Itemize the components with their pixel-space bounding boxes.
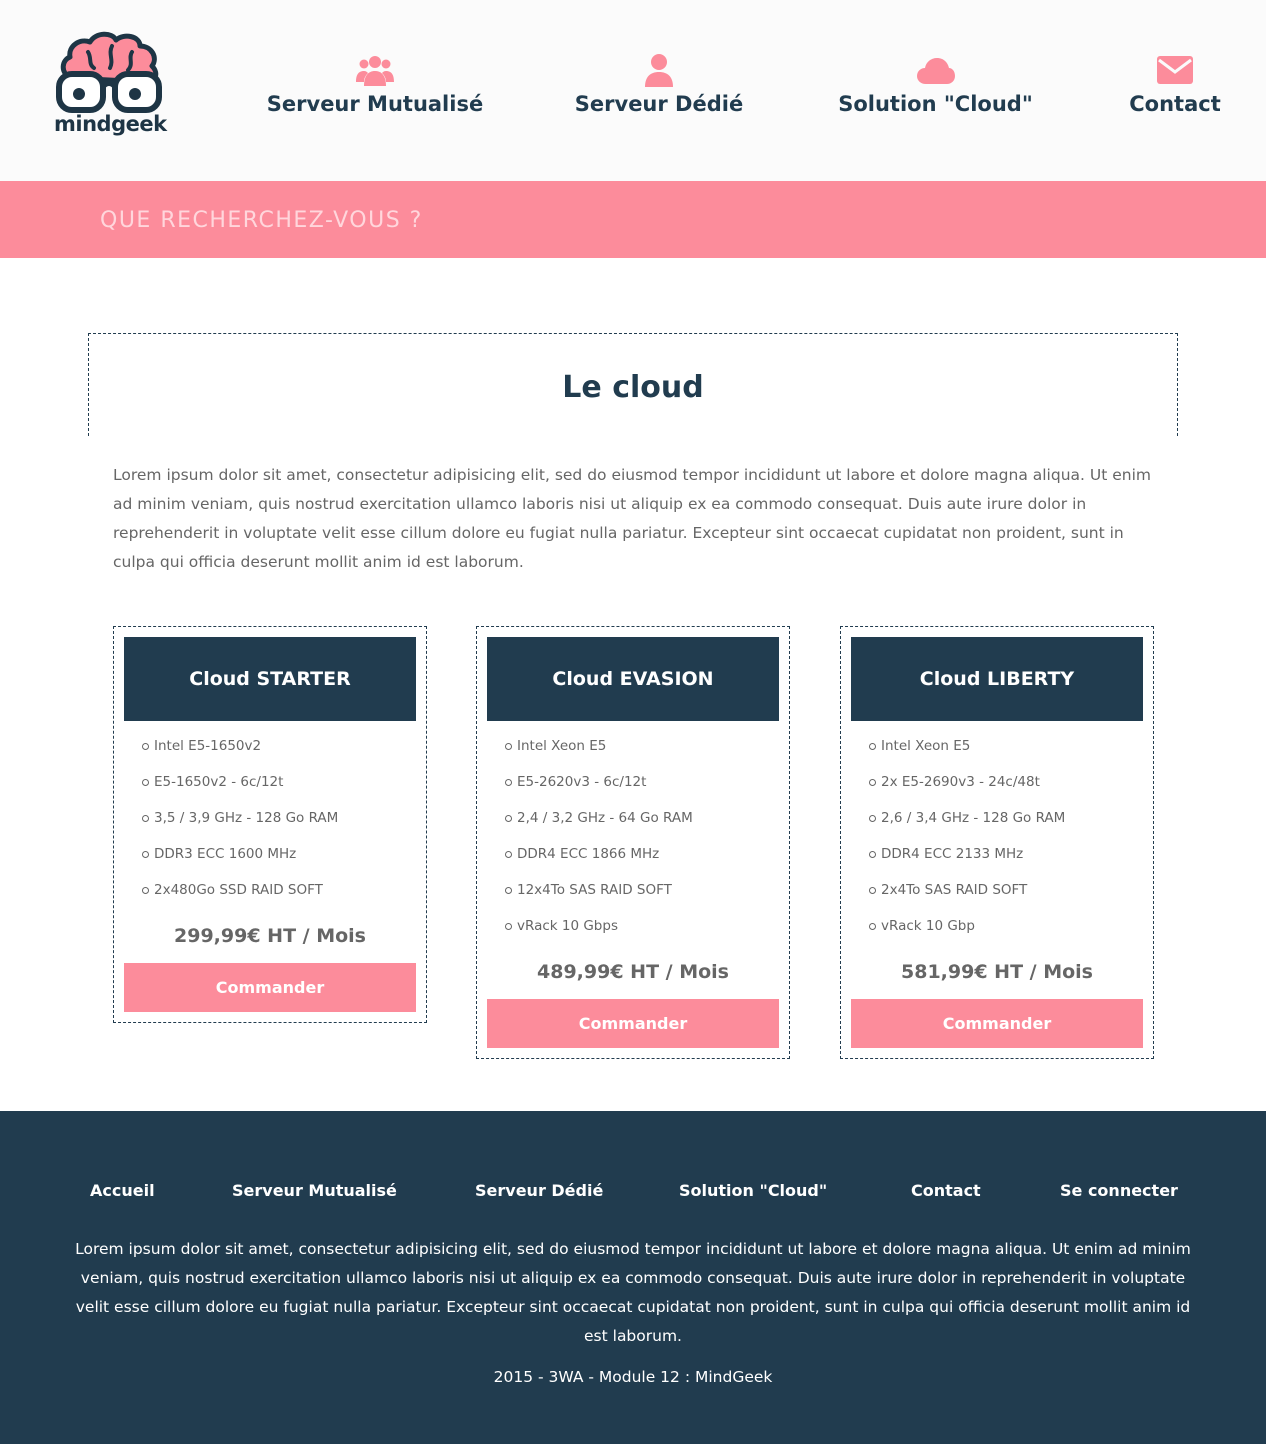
feature-item: Intel Xeon E5 [505, 728, 779, 764]
footer-link-solution-cloud[interactable]: Solution "Cloud" [679, 1181, 827, 1200]
nav-label: Contact [1129, 92, 1221, 116]
brain-glasses-logo-icon [56, 31, 162, 113]
feature-item: DDR4 ECC 2133 MHz [869, 836, 1143, 872]
plan-card-evasion: Cloud EVASION Intel Xeon E5 E5-2620v3 - … [476, 626, 790, 1059]
feature-list: Intel E5-1650v2 E5-1650v2 - 6c/12t 3,5 /… [124, 721, 416, 908]
envelope-icon [1155, 50, 1195, 90]
nav-label: Serveur Dédié [574, 92, 744, 116]
feature-item: DDR4 ECC 1866 MHz [505, 836, 779, 872]
feature-item: 2,4 / 3,2 GHz - 64 Go RAM [505, 800, 779, 836]
feature-list: Intel Xeon E5 2x E5-2690v3 - 24c/48t 2,6… [851, 721, 1143, 944]
site-header: mindgeek Serveur Mutualisé Serveur Dédié… [0, 0, 1266, 181]
plan-card-liberty: Cloud LIBERTY Intel Xeon E5 2x E5-2690v3… [840, 626, 1154, 1059]
brand-name: mindgeek [54, 112, 167, 136]
site-footer: Accueil Serveur Mutualisé Serveur Dédié … [0, 1111, 1266, 1444]
plan-name: Cloud STARTER [124, 637, 416, 721]
nav-item-serveur-mutualise[interactable]: Serveur Mutualisé [263, 50, 487, 116]
plan-name: Cloud LIBERTY [851, 637, 1143, 721]
footer-link-serveur-dedie[interactable]: Serveur Dédié [475, 1181, 603, 1200]
feature-item: vRack 10 Gbp [869, 908, 1143, 944]
feature-item: DDR3 ECC 1600 MHz [142, 836, 416, 872]
plan-card-starter: Cloud STARTER Intel E5-1650v2 E5-1650v2 … [113, 626, 427, 1023]
feature-item: 2x480Go SSD RAID SOFT [142, 872, 416, 908]
intro-paragraph: Lorem ipsum dolor sit amet, consectetur … [113, 466, 1151, 571]
cloud-icon [916, 50, 956, 90]
footer-link-contact[interactable]: Contact [911, 1181, 981, 1200]
footer-nav: Accueil Serveur Mutualisé Serveur Dédié … [0, 1181, 1266, 1205]
site-logo[interactable]: mindgeek [52, 30, 172, 145]
plan-name: Cloud EVASION [487, 637, 779, 721]
plan-price: 299,99€ HT / Mois [174, 925, 366, 947]
feature-item: 2,6 / 3,4 GHz - 128 Go RAM [869, 800, 1143, 836]
order-button[interactable]: Commander [851, 999, 1143, 1048]
search-input[interactable] [100, 201, 800, 239]
user-icon [639, 50, 679, 90]
footer-paragraph: Lorem ipsum dolor sit amet, consectetur … [75, 1240, 1191, 1345]
feature-list: Intel Xeon E5 E5-2620v3 - 6c/12t 2,4 / 3… [487, 721, 779, 944]
plan-price: 489,99€ HT / Mois [537, 961, 729, 983]
feature-item: 2x E5-2690v3 - 24c/48t [869, 764, 1143, 800]
order-button[interactable]: Commander [487, 999, 779, 1048]
nav-item-solution-cloud[interactable]: Solution "Cloud" [832, 50, 1039, 116]
copyright: 2015 - 3WA - Module 12 : MindGeek [493, 1368, 773, 1386]
feature-item: 3,5 / 3,9 GHz - 128 Go RAM [142, 800, 416, 836]
nav-item-contact[interactable]: Contact [1126, 50, 1224, 116]
feature-item: Intel E5-1650v2 [142, 728, 416, 764]
section-title-box: Le cloud [88, 333, 1178, 436]
users-icon [355, 50, 395, 90]
footer-link-accueil[interactable]: Accueil [90, 1181, 155, 1200]
nav-label: Solution "Cloud" [838, 92, 1033, 116]
search-bar [0, 181, 1266, 258]
feature-item: Intel Xeon E5 [869, 728, 1143, 764]
plan-price: 581,99€ HT / Mois [901, 961, 1093, 983]
footer-link-serveur-mutualise[interactable]: Serveur Mutualisé [232, 1181, 397, 1200]
nav-label: Serveur Mutualisé [266, 92, 484, 116]
feature-item: 12x4To SAS RAID SOFT [505, 872, 779, 908]
feature-item: E5-1650v2 - 6c/12t [142, 764, 416, 800]
feature-item: E5-2620v3 - 6c/12t [505, 764, 779, 800]
page-title: Le cloud [562, 370, 704, 405]
order-button[interactable]: Commander [124, 963, 416, 1012]
feature-item: vRack 10 Gbps [505, 908, 779, 944]
feature-item: 2x4To SAS RAID SOFT [869, 872, 1143, 908]
footer-link-se-connecter[interactable]: Se connecter [1060, 1181, 1178, 1200]
nav-item-serveur-dedie[interactable]: Serveur Dédié [573, 50, 745, 116]
